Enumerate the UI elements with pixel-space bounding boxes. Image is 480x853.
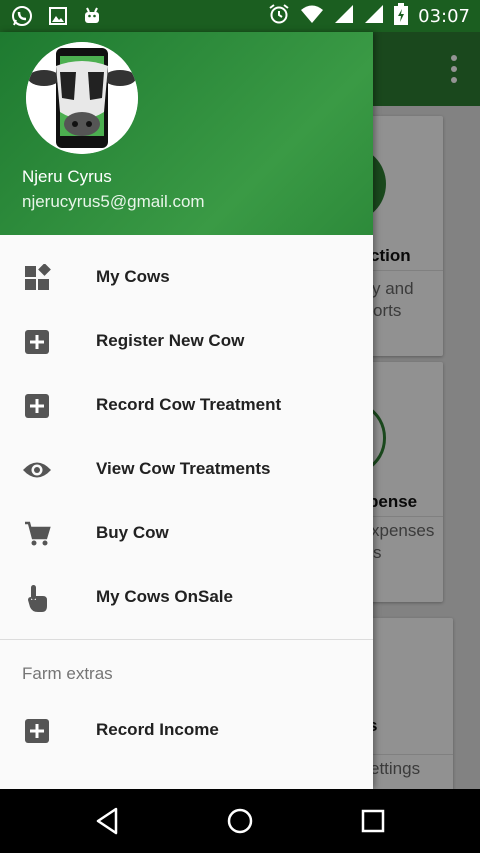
add-box-icon (22, 391, 52, 421)
clock-time: 03:07 (418, 5, 470, 27)
android-icon (82, 6, 102, 31)
section-header-farm-extras: Farm extras (0, 640, 373, 698)
menu-item-record-income[interactable]: Record Income (0, 698, 373, 762)
menu-item-my-cows-onsale[interactable]: My Cows OnSale (0, 565, 373, 629)
drawer-header: Njeru Cyrus njerucyrus5@gmail.com (0, 32, 373, 235)
battery-icon (394, 2, 409, 30)
menu-item-register-new-cow[interactable]: Register New Cow (0, 309, 373, 373)
menu-item-label: Register New Cow (96, 331, 245, 350)
menu-item-label: My Cows (96, 267, 170, 286)
menu-item-label: Record Income (96, 720, 219, 739)
back-icon[interactable] (92, 805, 124, 837)
whatsapp-icon (10, 4, 34, 33)
status-bar: 03:07 (0, 0, 480, 32)
menu-item-label: Buy Cow (96, 523, 169, 542)
menu-item-record-cow-treatment[interactable]: Record Cow Treatment (0, 373, 373, 437)
section-title: Farm extras (22, 664, 113, 683)
system-navigation-bar (0, 789, 480, 853)
menu-item-label: Record Cow Treatment (96, 395, 282, 414)
image-icon (48, 6, 68, 31)
menu-item-label: View Cow Treatments (96, 459, 271, 478)
menu-item-label: My Cows OnSale (96, 587, 233, 606)
dashboard-icon (22, 263, 52, 293)
menu-item-buy-cow[interactable]: Buy Cow (0, 501, 373, 565)
avatar[interactable] (26, 42, 138, 154)
user-name: Njeru Cyrus (22, 167, 112, 186)
user-email: njerucyrus5@gmail.com (22, 192, 205, 211)
navigation-drawer: Njeru Cyrus njerucyrus5@gmail.com My Cow… (0, 32, 373, 789)
menu-item-my-cows[interactable]: My Cows (0, 245, 373, 309)
home-icon[interactable] (224, 805, 256, 837)
cart-icon (22, 519, 52, 549)
touch-icon (22, 583, 52, 613)
drawer-menu: My Cows Register New Cow Record Cow Trea… (0, 235, 373, 762)
signal-icon (364, 4, 384, 29)
add-box-icon (22, 327, 52, 357)
recents-icon[interactable] (357, 805, 389, 837)
menu-item-view-cow-treatments[interactable]: View Cow Treatments (0, 437, 373, 501)
alarm-icon (268, 3, 290, 30)
add-box-icon (22, 716, 52, 746)
wifi-icon (300, 4, 324, 29)
signal-icon (334, 4, 354, 29)
cow-logo-icon (26, 42, 138, 154)
eye-icon (22, 455, 52, 485)
